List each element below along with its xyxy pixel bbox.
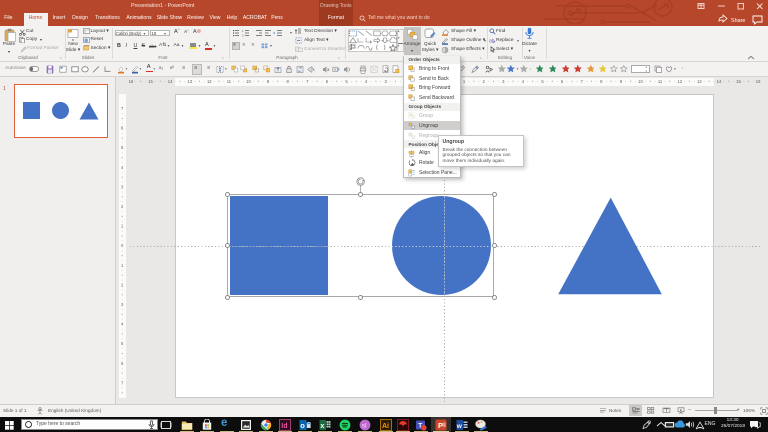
svg-text:7: 7 [121, 380, 124, 385]
svg-text:o: o [300, 421, 305, 430]
svg-text:P: P [438, 421, 443, 430]
svg-text:0: 0 [121, 243, 124, 248]
svg-text:sl: sl [362, 422, 367, 429]
svg-text:5: 5 [121, 145, 124, 150]
svg-text:5: 5 [121, 341, 124, 346]
svg-text:Id: Id [281, 422, 287, 429]
svg-text:w: w [456, 422, 463, 429]
svg-text:Ai: Ai [382, 422, 389, 429]
svg-text:6: 6 [121, 126, 124, 131]
svg-text:7: 7 [121, 106, 124, 111]
svg-text:4: 4 [121, 322, 124, 327]
svg-text:6: 6 [121, 361, 124, 366]
svg-text:4: 4 [121, 165, 124, 170]
svg-text:1: 1 [121, 263, 124, 268]
svg-text:1: 1 [121, 224, 124, 229]
svg-text:3: 3 [121, 302, 124, 307]
svg-text:2: 2 [121, 282, 124, 287]
svg-text:3: 3 [121, 184, 124, 189]
svg-text:2: 2 [121, 204, 124, 209]
